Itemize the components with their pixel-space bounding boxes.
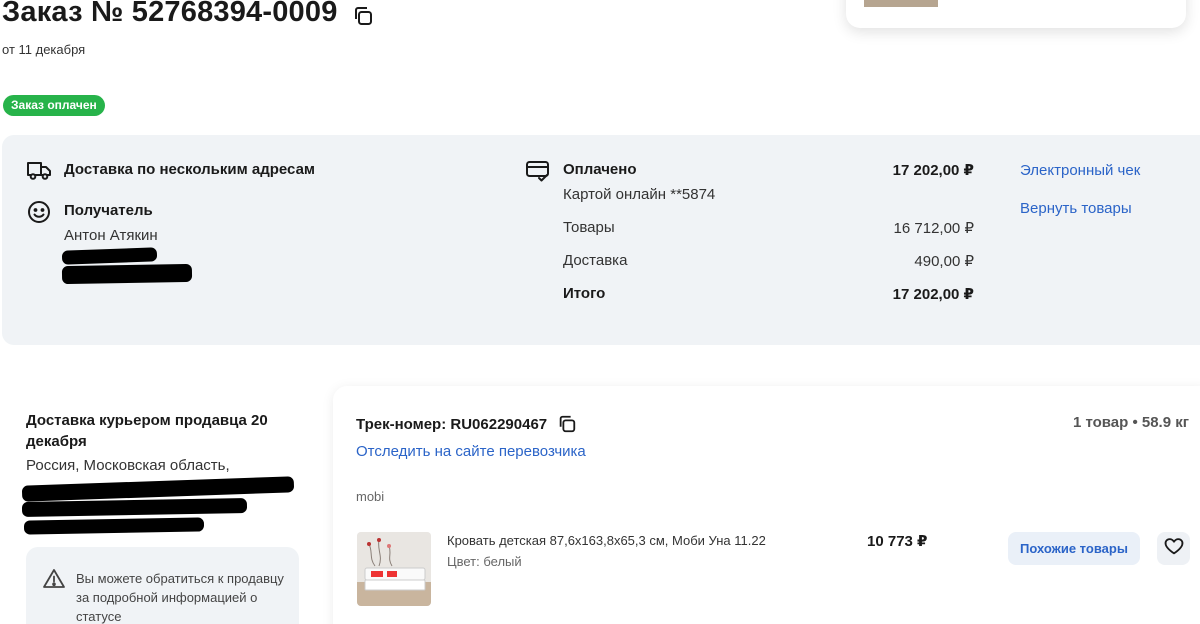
redaction [21,498,248,517]
payment-method: Картой онлайн **5874 [563,186,716,203]
delivery-label: Доставка по нескольким адресам [64,161,316,178]
order-number: Заказ № 52768394-0009 [2,0,338,28]
heart-icon [1163,535,1185,562]
track-number: Трек-номер: RU062290467 [356,414,577,434]
shipment-card: Трек-номер: RU062290467 Отследить на сай… [333,386,1200,624]
product-image[interactable] [357,532,431,606]
card-icon [525,157,551,183]
payment-label: Оплачено [563,161,637,178]
total-amount: 17 202,00 ₽ [892,286,974,303]
shipping-label: Доставка [563,252,628,269]
recipient-name: Антон Атякин [64,227,158,244]
redaction [23,517,205,535]
truck-icon [26,157,52,183]
total-label: Итого [563,285,606,302]
order-date: от 11 декабря [2,42,86,57]
track-number-text: Трек-номер: RU062290467 [356,415,548,433]
payment-total: 17 202,00 ₽ [892,162,974,179]
redaction [61,247,158,265]
seller-info-box: Вы можете обратиться к продавцу за подро… [26,547,299,624]
similar-products-button[interactable]: Похожие товары [1008,532,1140,565]
shipping-amount: 490,00 ₽ [914,253,974,270]
thumbnail [864,0,938,7]
seller-info-text: Вы можете обратиться к продавцу за подро… [76,571,284,624]
order-summary-panel: Доставка по нескольким адресам Получател… [2,135,1200,345]
track-carrier-link[interactable]: Отследить на сайте перевозчика [356,443,586,460]
page-title: Заказ № 52768394-0009 [2,0,374,29]
product-name[interactable]: Кровать детская 87,6х163,8х65,3 см, Моби… [447,533,766,548]
status-badge: Заказ оплачен [3,95,105,116]
shipment-address: Россия, Московская область, [26,457,230,474]
return-goods-link[interactable]: Вернуть товары [1020,200,1132,217]
smile-icon [26,199,52,225]
warning-icon [42,567,66,591]
goods-amount: 16 712,00 ₽ [893,220,974,237]
shipment-info: Доставка курьером продавца 20 декабря Ро… [26,410,306,474]
product-color: Цвет: белый [447,554,522,569]
product-price: 10 773 ₽ [867,533,928,550]
redaction [61,263,193,285]
goods-label: Товары [563,219,615,236]
recipient-label: Получатель [64,202,153,219]
top-floating-card [846,0,1186,28]
item-count-weight: 1 товар • 58.9 кг [1072,414,1189,431]
copy-icon[interactable] [352,2,374,25]
shipment-title: Доставка курьером продавца 20 декабря [26,412,268,450]
favorite-button[interactable] [1157,532,1190,565]
receipt-link[interactable]: Электронный чек [1020,162,1140,179]
copy-icon[interactable] [557,414,577,434]
redaction [21,476,295,502]
seller-name[interactable]: mobi [356,489,384,504]
